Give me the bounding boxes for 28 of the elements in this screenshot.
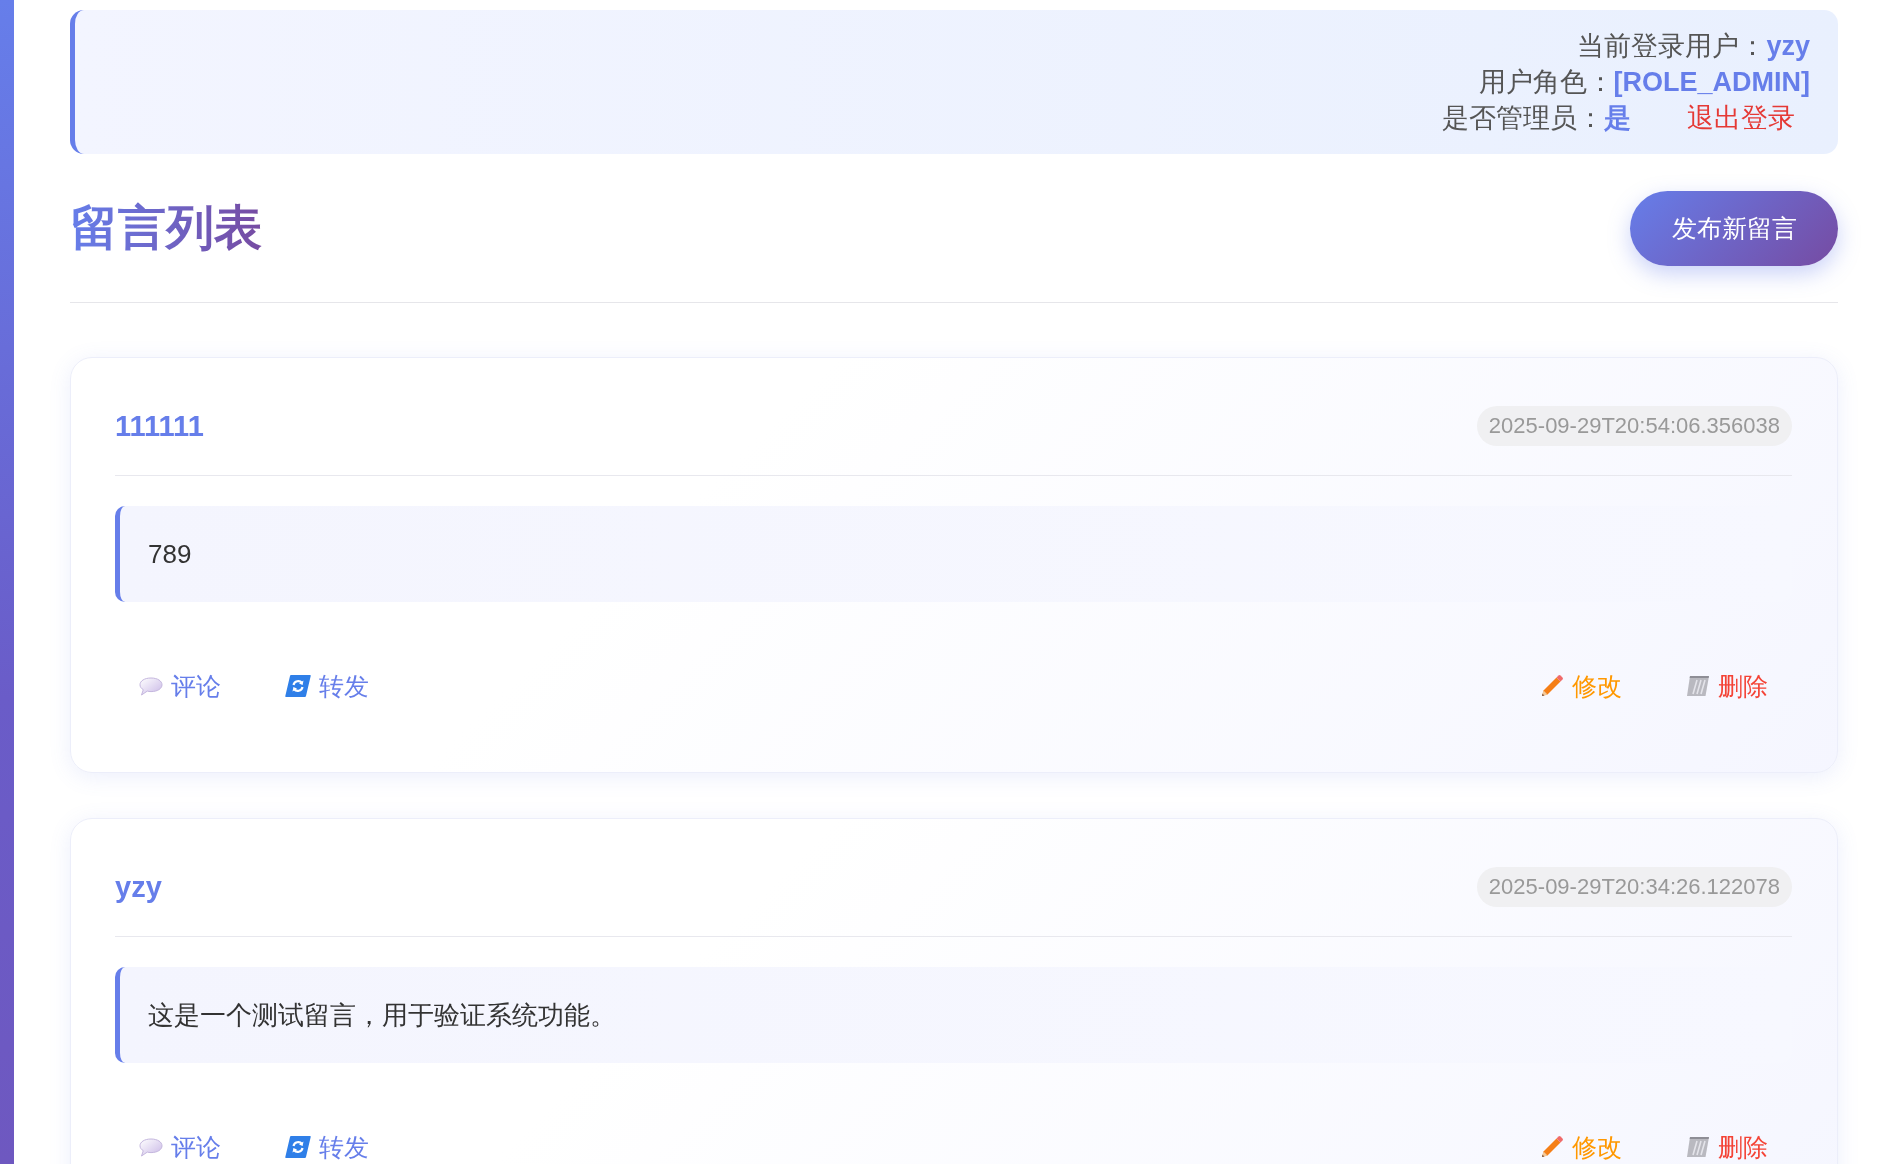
speech-bubble-icon (139, 1137, 163, 1157)
wastebasket-icon (1686, 675, 1710, 697)
edit-button[interactable]: 修改 (1516, 1131, 1646, 1163)
speech-bubble-icon (139, 676, 163, 696)
circular-arrows-icon (285, 1136, 311, 1158)
comment-button[interactable]: 评论 (115, 670, 245, 702)
username: yzy (1766, 30, 1810, 63)
author-name: yzy (115, 870, 162, 904)
admin-value: 是 (1604, 102, 1631, 135)
timestamp: 2025-09-29T20:34:26.122078 (1476, 867, 1792, 907)
forward-button[interactable]: 转发 (261, 1131, 393, 1163)
role-label: 用户角色： (1478, 66, 1614, 99)
comment-button[interactable]: 评论 (115, 1131, 245, 1163)
current-user-label: 当前登录用户： (1577, 30, 1767, 63)
delete-button[interactable]: 删除 (1662, 670, 1792, 702)
admin-label: 是否管理员： (1442, 102, 1604, 135)
new-message-button[interactable]: 发布新留言 (1630, 190, 1838, 266)
role-value: [ROLE_ADMIN] (1613, 66, 1810, 99)
timestamp: 2025-09-29T20:54:06.356038 (1476, 406, 1792, 446)
pencil-icon (1540, 674, 1564, 698)
logout-link[interactable]: 退出登录 (1687, 100, 1795, 136)
delete-button[interactable]: 删除 (1662, 1131, 1792, 1163)
circular-arrows-icon (285, 675, 311, 697)
author-name: 111111 (115, 409, 204, 443)
edit-button[interactable]: 修改 (1516, 670, 1646, 702)
wastebasket-icon (1686, 1136, 1710, 1158)
forward-button[interactable]: 转发 (261, 670, 393, 702)
pencil-icon (1540, 1135, 1564, 1159)
